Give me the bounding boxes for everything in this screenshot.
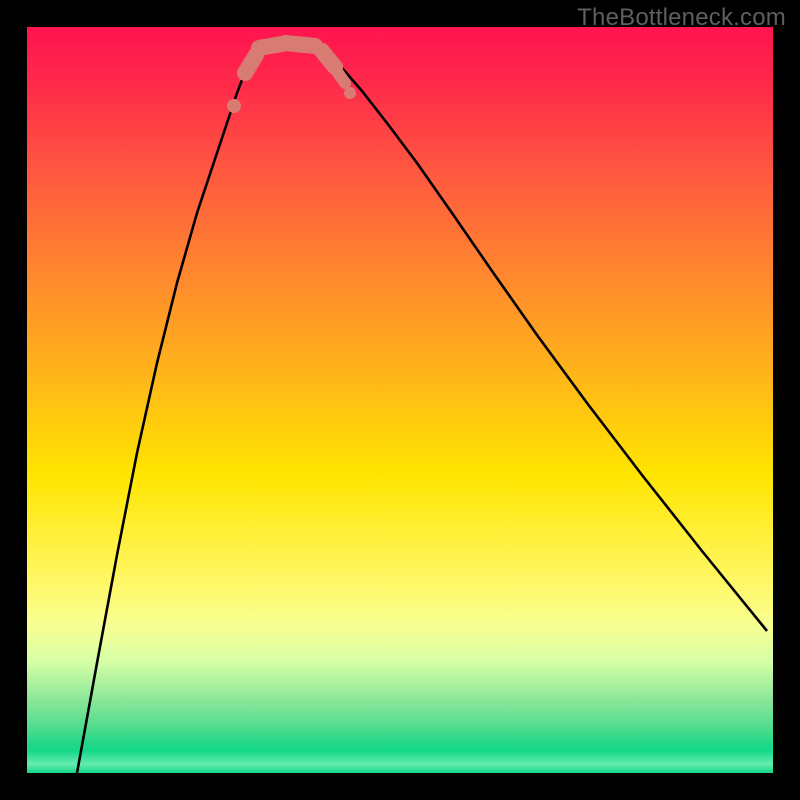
- bottom-cap-2: [285, 43, 315, 46]
- right-cap-1: [322, 51, 335, 67]
- left-cap-1: [245, 55, 256, 73]
- chart-frame: TheBottleneck.com: [0, 0, 800, 800]
- watermark-text: TheBottleneck.com: [577, 4, 786, 32]
- plot-area: [27, 27, 773, 773]
- curve-markers: [227, 43, 356, 113]
- right-upper-dot: [344, 87, 356, 99]
- curve-svg: [27, 27, 773, 773]
- bottleneck-curve: [77, 43, 767, 773]
- right-upper-thin: [336, 70, 345, 83]
- left-upper-dot: [227, 99, 241, 113]
